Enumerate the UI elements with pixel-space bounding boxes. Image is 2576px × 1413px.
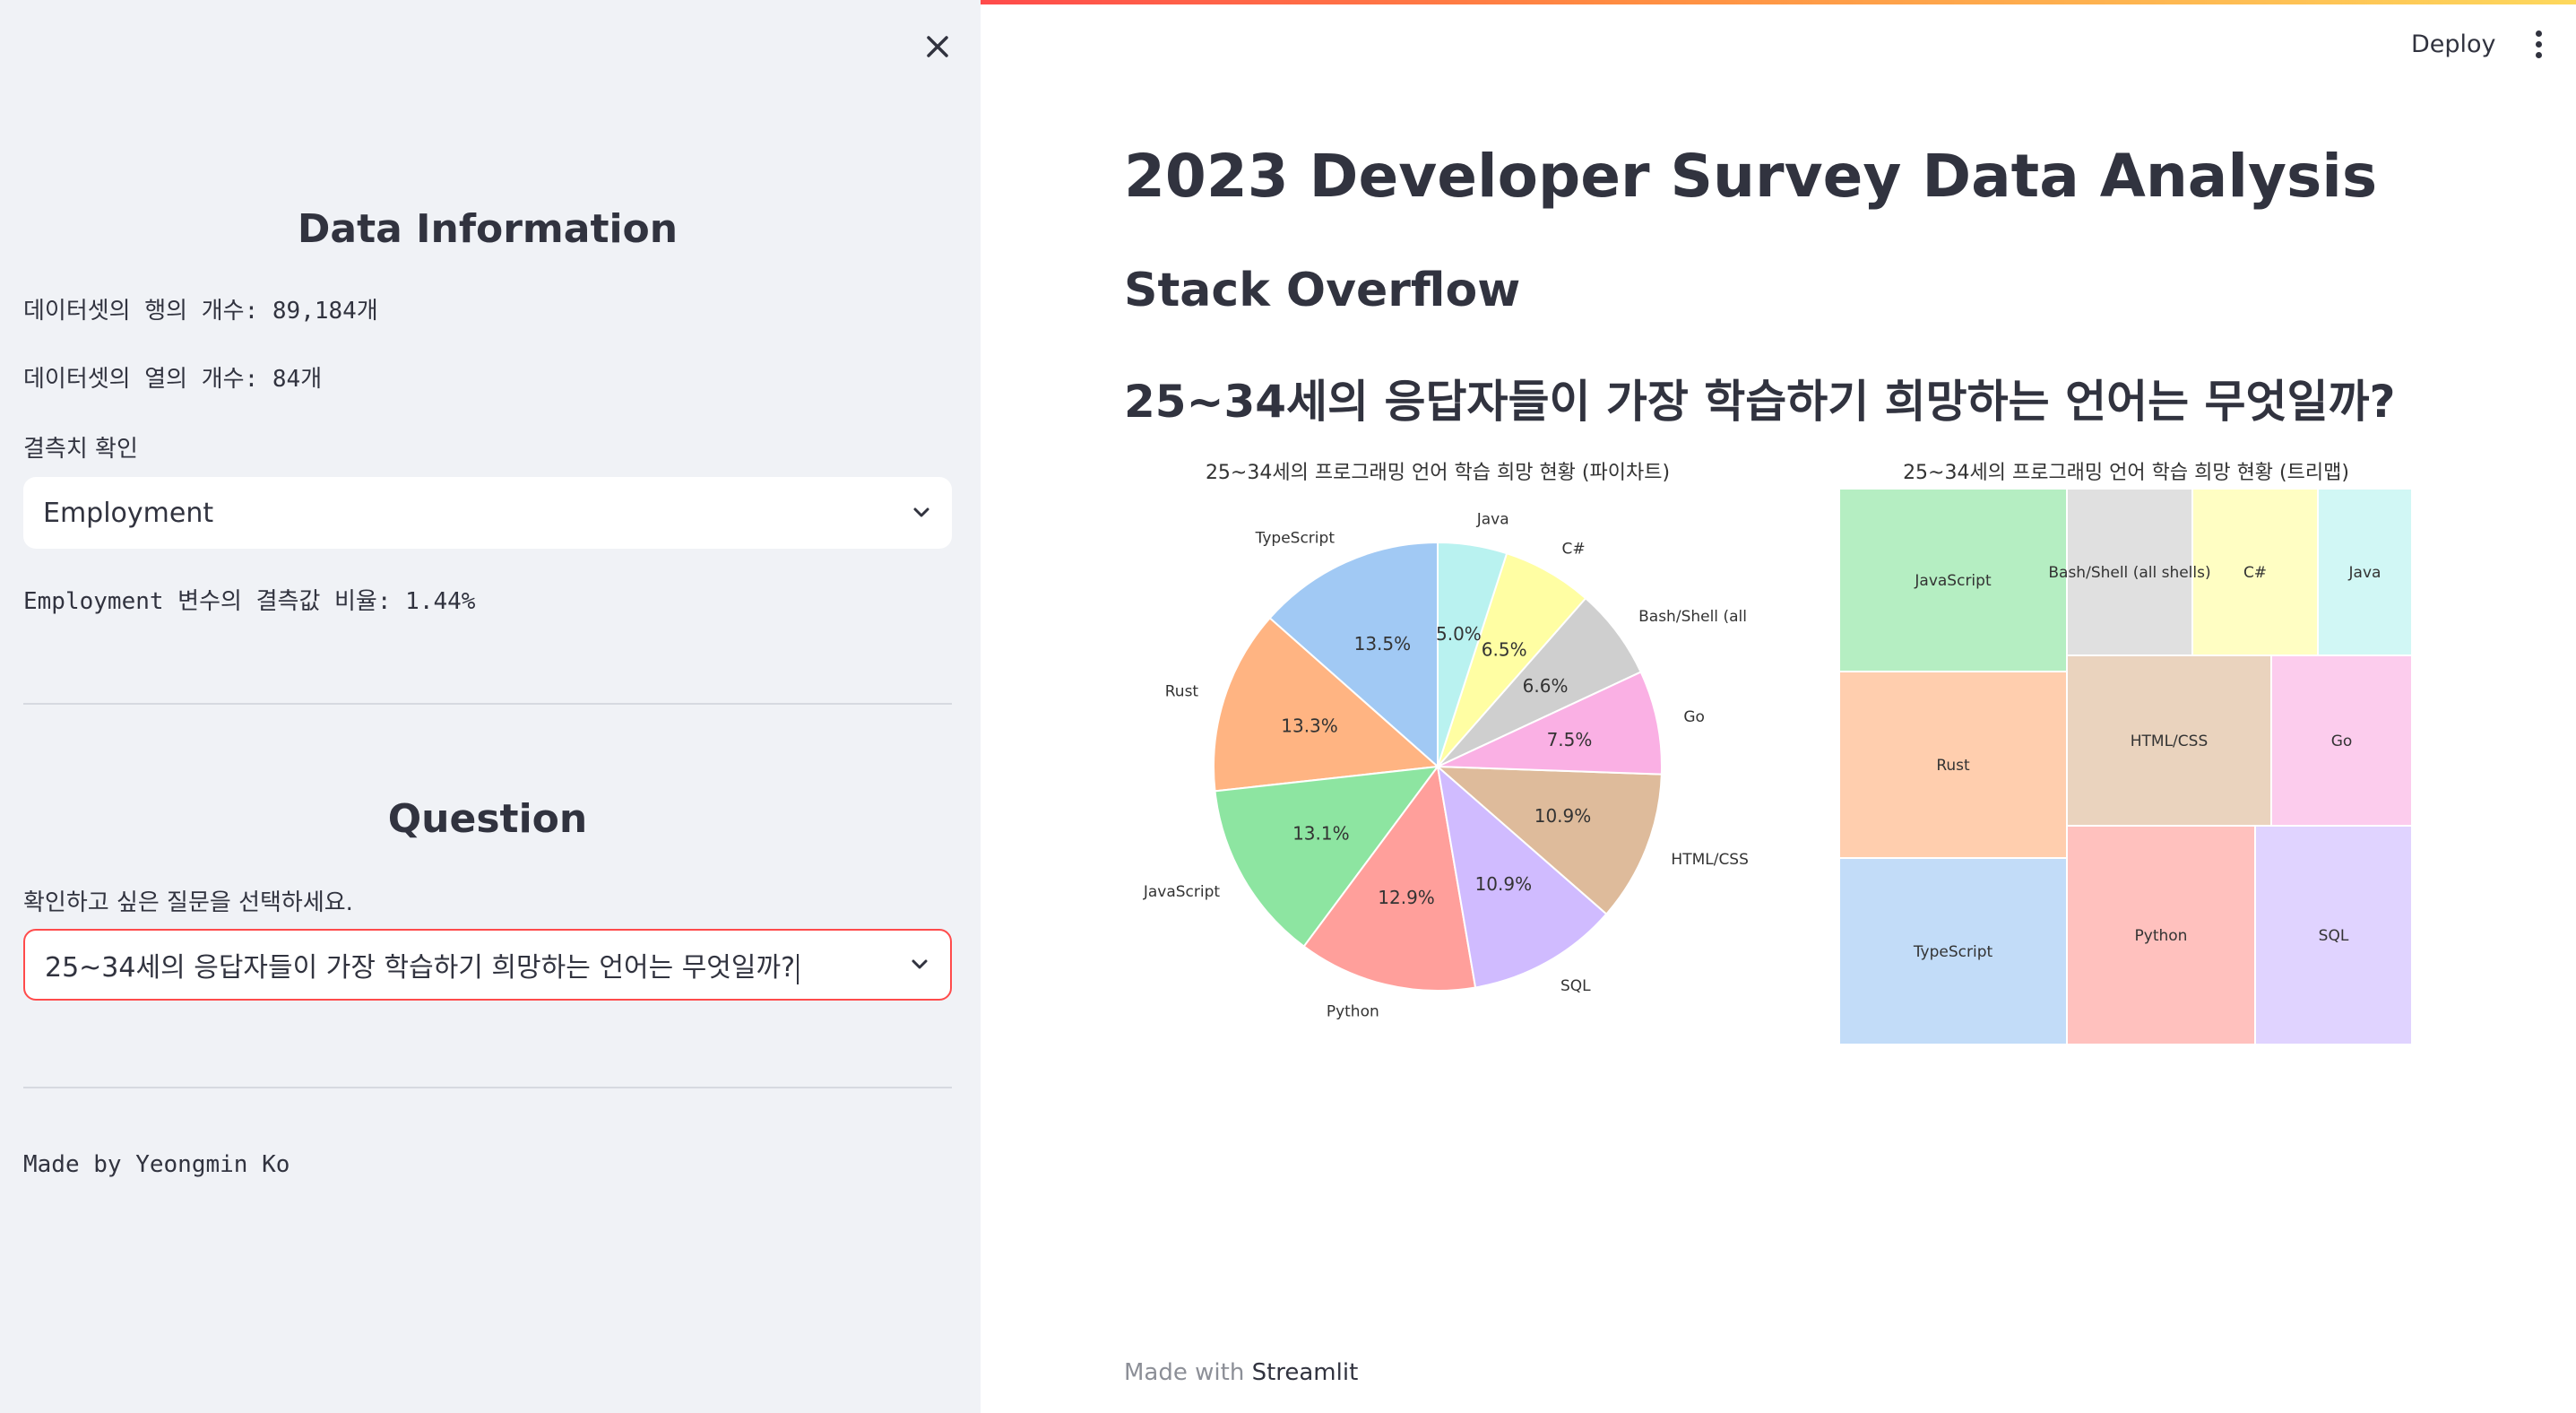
sidebar: Data Information 데이터셋의 행의 개수: 89,184개 데이… — [0, 0, 981, 1413]
question-select-label: 확인하고 싶은 질문을 선택하세요. — [23, 889, 353, 916]
made-by-text: Made by Yeongmin Ko — [23, 1151, 290, 1178]
column-count-text: 데이터셋의 열의 개수: 84개 — [23, 366, 323, 393]
pie-percent-label: 13.5% — [1354, 633, 1412, 654]
treemap-label: HTML/CSS — [2131, 733, 2209, 750]
pie-chart: 25~34세의 프로그래밍 언어 학습 희망 현황 (파이차트) 13.5% 13… — [1124, 453, 1802, 1022]
treemap-chart-svg: 25~34세의 프로그래밍 언어 학습 희망 현황 (트리맵) JavaScri… — [1838, 462, 2413, 1045]
close-sidebar-button[interactable] — [914, 23, 961, 70]
pie-percent-label: 10.9% — [1534, 805, 1592, 827]
pie-category-label: Python — [1327, 1002, 1379, 1020]
pie-category-label: C# — [1561, 541, 1585, 559]
footer: Made with Streamlit — [1124, 1359, 1358, 1386]
pie-chart-title: 25~34세의 프로그래밍 언어 학습 희망 현황 (파이차트) — [1206, 462, 1670, 484]
close-icon — [927, 36, 948, 57]
treemap-label: TypeScript — [1913, 943, 1993, 961]
pie-percent-label: 5.0% — [1436, 623, 1482, 645]
question-title: 25~34세의 응답자들이 가장 학습하기 희망하는 언어는 무엇일까? — [1124, 376, 2396, 428]
row-count-text: 데이터셋의 행의 개수: 89,184개 — [23, 298, 378, 325]
question-select-value: 25~34세의 응답자들이 가장 학습하기 희망하는 언어는 무엇일까? — [45, 945, 909, 984]
pie-percent-label: 10.9% — [1475, 873, 1533, 895]
page-title: 2023 Developer Survey Data Analysis — [1124, 142, 2378, 211]
pie-percent-label: 13.1% — [1292, 823, 1350, 845]
question-select[interactable]: 25~34세의 응답자들이 가장 학습하기 희망하는 언어는 무엇일까? — [23, 929, 952, 1001]
pie-category-label: Rust — [1165, 682, 1199, 700]
pie-category-label: Java — [1476, 510, 1509, 528]
missing-variable-select-value: Employment — [43, 497, 214, 529]
pie-category-label: Go — [1683, 708, 1705, 726]
question-heading: Question — [387, 796, 588, 842]
treemap-label: Rust — [1936, 757, 1970, 775]
pie-category-label: Bash/Shell (all shells) — [1638, 608, 1751, 626]
pie-chart-svg: 25~34세의 프로그래밍 언어 학습 희망 현황 (파이차트) 13.5% 13… — [1143, 462, 1802, 1020]
missing-check-label: 결측치 확인 — [23, 436, 138, 463]
treemap-chart-title: 25~34세의 프로그래밍 언어 학습 희망 현황 (트리맵) — [1903, 462, 2349, 484]
pie-category-label: HTML/CSS — [1671, 851, 1749, 869]
sidebar-divider — [23, 703, 952, 705]
missing-ratio-text: Employment 변수의 결측값 비율: 1.44% — [23, 588, 476, 615]
data-information-heading: Data Information — [297, 206, 679, 252]
text-caret — [797, 953, 800, 984]
chevron-down-icon — [912, 959, 928, 969]
pie-category-label: SQL — [1560, 977, 1591, 995]
pie-category-label: JavaScript — [1143, 883, 1221, 901]
footer-prefix: Made with — [1124, 1359, 1252, 1386]
missing-variable-select[interactable]: Employment — [23, 477, 952, 549]
treemap-label: C# — [2243, 564, 2267, 582]
treemap-label: SQL — [2319, 927, 2349, 945]
header-decoration — [981, 0, 2576, 4]
kebab-menu-icon — [2535, 30, 2542, 37]
treemap-label: Python — [2135, 927, 2188, 945]
deploy-button[interactable]: Deploy — [2393, 22, 2514, 66]
pie-percent-label: 13.3% — [1281, 715, 1338, 737]
pie-percent-label: 12.9% — [1378, 887, 1435, 908]
treemap-label: Java — [2348, 564, 2382, 582]
pie-category-label: TypeScript — [1255, 530, 1336, 548]
sidebar-divider — [23, 1087, 952, 1088]
pie-percent-label: 6.5% — [1482, 639, 1527, 661]
treemap-label: Go — [2331, 733, 2353, 750]
treemap-chart: 25~34세의 프로그래밍 언어 학습 희망 현황 (트리맵) JavaScri… — [1830, 453, 2422, 1045]
chevron-down-icon — [913, 507, 929, 517]
treemap-label: Bash/Shell (all shells) — [2048, 564, 2210, 582]
pie-percent-label: 7.5% — [1547, 729, 1593, 750]
main-menu-button[interactable] — [2520, 22, 2556, 66]
treemap-label: JavaScript — [1914, 572, 1992, 590]
page-subtitle: Stack Overflow — [1124, 264, 1521, 317]
streamlit-link[interactable]: Streamlit — [1252, 1359, 1359, 1386]
pie-percent-label: 6.6% — [1523, 675, 1569, 697]
